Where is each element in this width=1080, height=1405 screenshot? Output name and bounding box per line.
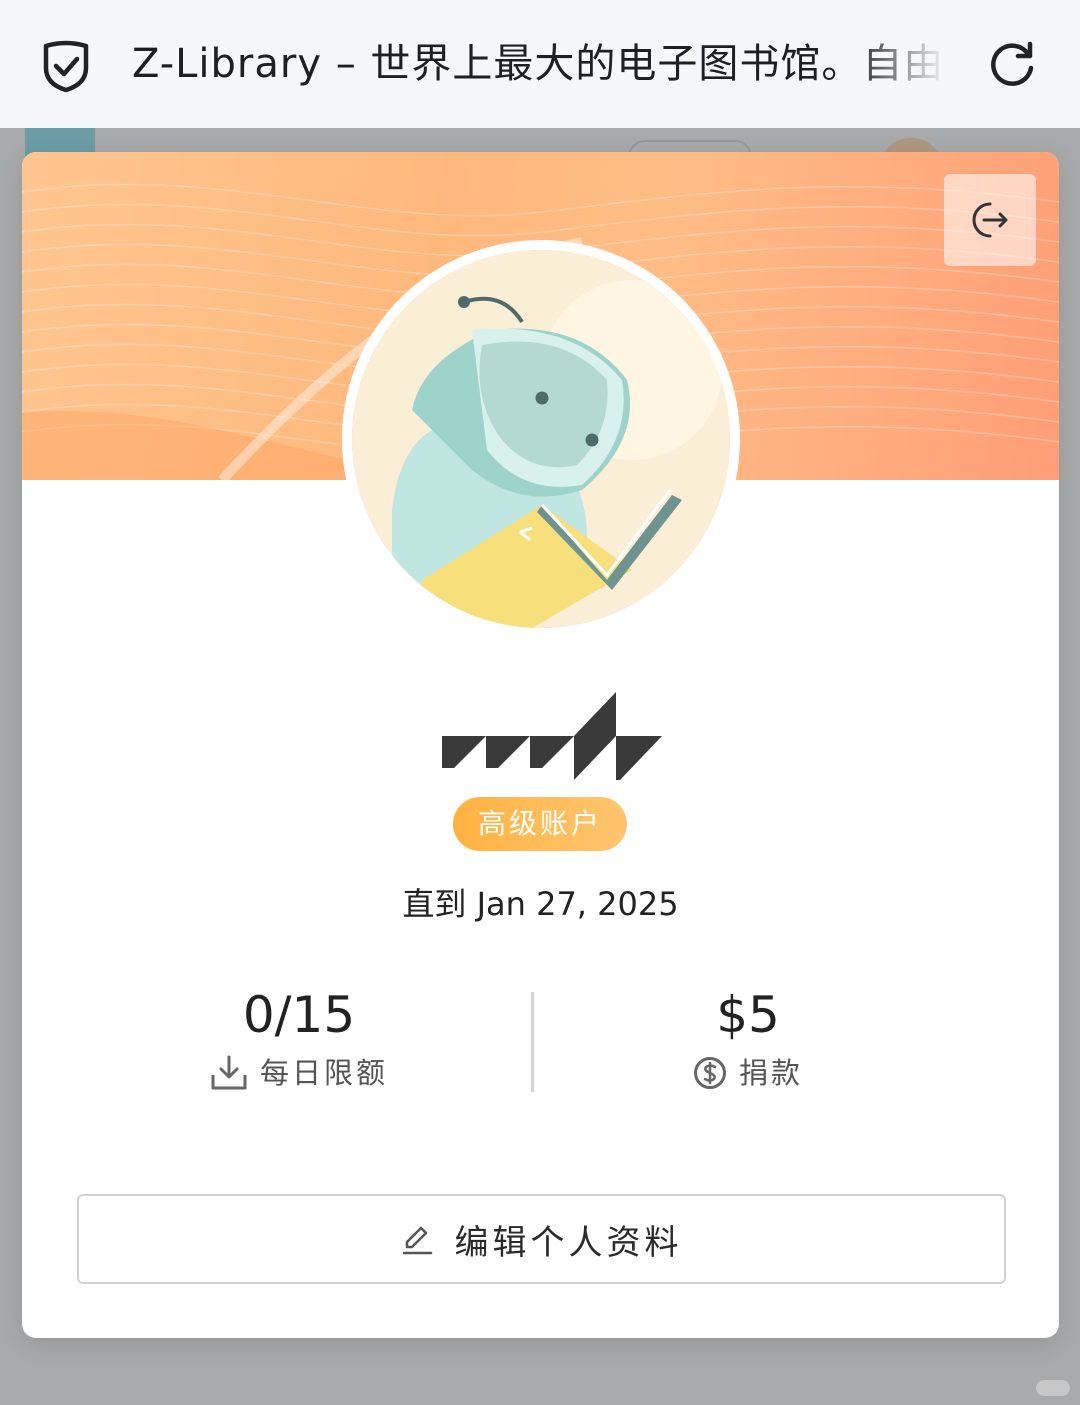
page-title[interactable]: Z-Library – 世界上最大的电子图书馆。自由 — [132, 34, 947, 94]
account-type-badge: 高级账户 — [453, 797, 627, 851]
daily-limit-value: 0/15 — [242, 986, 356, 1044]
corner-watermark — [1036, 1380, 1070, 1396]
logout-button[interactable] — [944, 174, 1036, 266]
browser-top-bar: Z-Library – 世界上最大的电子图书馆。自由 — [0, 0, 1080, 128]
donation-value: $5 — [716, 986, 780, 1044]
reload-icon[interactable] — [984, 38, 1040, 94]
username-redacted — [442, 692, 662, 780]
edit-profile-label: 编辑个人资料 — [454, 1222, 683, 1263]
profile-modal: 高级账户 直到 Jan 27, 2025 0/15 每日限额 $5 捐款 编辑个… — [22, 152, 1059, 1338]
stats-divider — [531, 992, 534, 1092]
shield-check-icon[interactable] — [38, 38, 94, 94]
avatar[interactable] — [342, 240, 740, 638]
donation-label-row: 捐款 — [538, 1050, 958, 1096]
robot-reading-book-avatar — [352, 250, 730, 628]
download-icon — [211, 1055, 247, 1090]
donation-label: 捐款 — [738, 1056, 803, 1090]
daily-limit-label: 每日限额 — [259, 1056, 388, 1090]
daily-limit-label-row: 每日限额 — [89, 1050, 509, 1096]
dollar-circle-icon — [693, 1057, 726, 1089]
edit-profile-button[interactable]: 编辑个人资料 — [77, 1194, 1006, 1284]
pencil-icon — [402, 1226, 432, 1255]
membership-expiry: 直到 Jan 27, 2025 — [402, 885, 679, 923]
logout-icon — [972, 202, 1008, 238]
